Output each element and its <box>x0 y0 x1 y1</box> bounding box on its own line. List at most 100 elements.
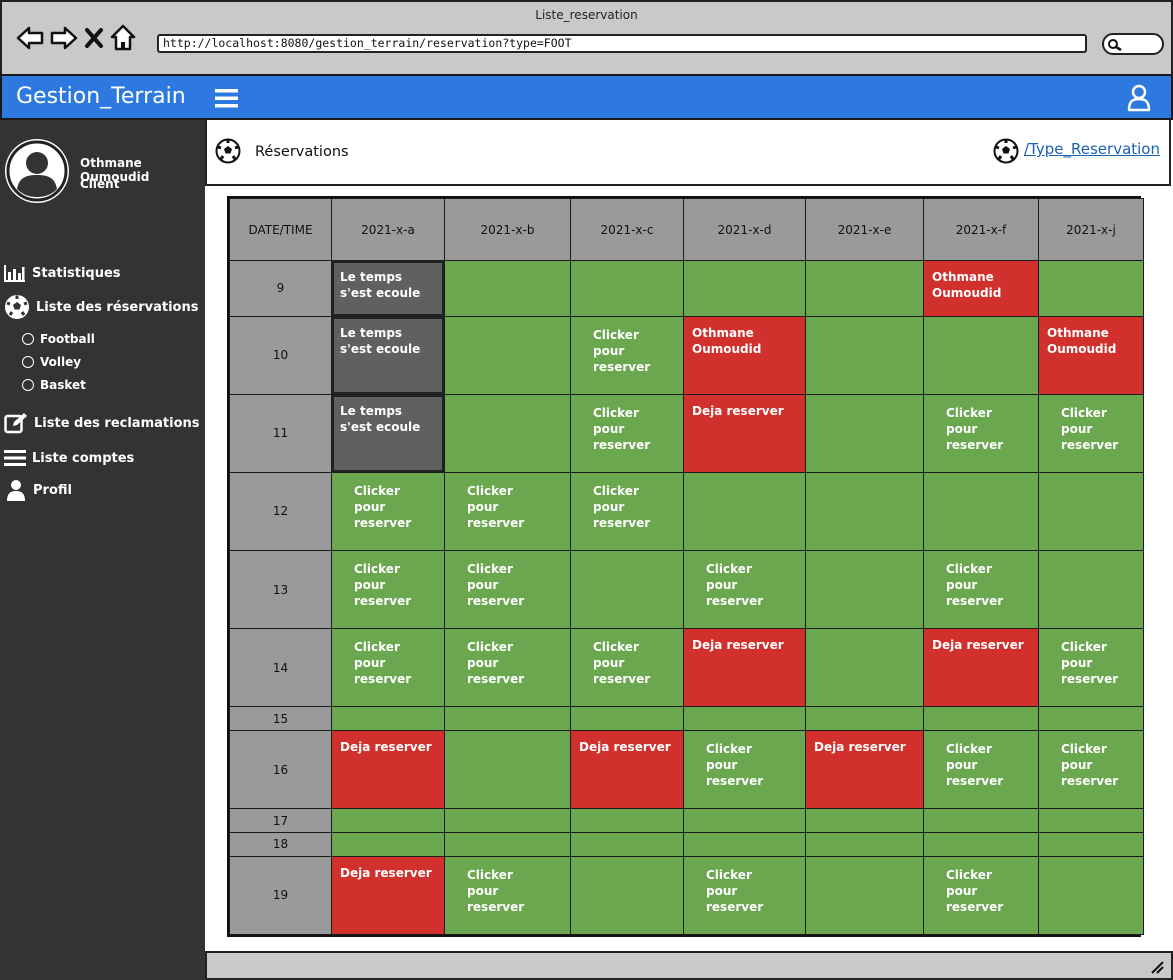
soccer-ball-icon <box>993 138 1019 164</box>
slot-cell-green[interactable]: Clicker pour reserver <box>923 730 1039 810</box>
radio-button[interactable] <box>22 356 34 368</box>
radio-button[interactable] <box>22 333 34 345</box>
chevron-down-icon[interactable] <box>208 301 224 313</box>
hamburger-menu-icon[interactable] <box>215 88 239 112</box>
slot-label <box>806 473 923 550</box>
slot-label <box>806 629 923 706</box>
slot-label: Clicker pour reserver <box>946 742 1004 789</box>
browser-search[interactable] <box>1102 33 1164 55</box>
slot-label: Clicker pour reserver <box>1061 742 1119 789</box>
resize-grip-icon[interactable] <box>1149 960 1165 974</box>
forward-arrow-icon[interactable] <box>50 25 78 51</box>
slot-cell-green[interactable]: Clicker pour reserver <box>444 471 571 551</box>
sidebar-item-statistiques[interactable]: Statistiques <box>4 264 121 282</box>
slot-cell-green[interactable]: Clicker pour reserver <box>683 549 806 630</box>
slot-label: Le temps s'est ecoule <box>332 394 444 472</box>
slot-cell-green[interactable]: Clicker pour reserver <box>331 471 445 551</box>
slot-label <box>806 395 923 472</box>
slot-label <box>1039 261 1143 316</box>
slot-cell-red: Othmane Oumoudid <box>683 315 806 395</box>
page-title: Réservations <box>255 144 349 160</box>
slot-cell-green <box>805 393 924 473</box>
type-reservation-link[interactable]: /Type_Reservation <box>1024 140 1160 158</box>
slot-cell-green <box>683 808 806 833</box>
slot-label: Clicker pour reserver <box>946 561 1004 608</box>
slot-cell-green[interactable]: Clicker pour reserver <box>923 393 1039 473</box>
user-icon[interactable] <box>1126 84 1152 116</box>
slot-cell-red: Deja reserver <box>683 393 806 473</box>
slot-cell-green <box>1038 832 1144 857</box>
slot-label <box>445 809 570 832</box>
slot-cell-green[interactable]: Clicker pour reserver <box>923 549 1039 630</box>
slot-cell-green[interactable]: Clicker pour reserver <box>331 549 445 630</box>
table-row: 11 Le temps s'est ecoule Clicker pour rese… <box>229 393 1144 473</box>
slot-cell-green[interactable]: Clicker pour reserver <box>1038 628 1144 708</box>
search-icon <box>1108 39 1122 52</box>
slot-cell-green[interactable]: Clicker pour reserver <box>923 855 1039 936</box>
home-icon[interactable] <box>110 24 136 52</box>
column-header: 2021-x-j <box>1038 198 1144 261</box>
slot-cell-green[interactable]: Clicker pour reserver <box>570 393 684 473</box>
slot-cell-green[interactable]: Clicker pour reserver <box>331 628 445 708</box>
subitem-label: Football <box>40 332 95 346</box>
slot-cell-green <box>331 808 445 833</box>
slot-cell-green <box>444 808 571 833</box>
slot-cell-green <box>923 832 1039 857</box>
slot-cell-green <box>1038 706 1144 732</box>
sidebar-subitem-basket[interactable]: Basket <box>22 378 86 392</box>
slot-label <box>924 473 1038 550</box>
slot-cell-green <box>331 832 445 857</box>
time-cell: 12 <box>229 471 332 551</box>
slot-cell-green <box>1038 471 1144 551</box>
browser-window: Liste_reservation http://localhost:8080/… <box>0 0 1173 74</box>
url-input[interactable]: http://localhost:8080/gestion_terrain/re… <box>157 34 1087 53</box>
slot-cell-green[interactable]: Clicker pour reserver <box>570 315 684 395</box>
sidebar-item-reclamations[interactable]: Liste des reclamations <box>4 412 200 434</box>
slot-label <box>332 809 444 832</box>
slot-label: Deja reserver <box>332 731 444 809</box>
slot-cell-green[interactable]: Clicker pour reserver <box>444 628 571 708</box>
column-header: 2021-x-b <box>444 198 571 261</box>
slot-cell-green <box>444 315 571 395</box>
slot-cell-green[interactable]: Clicker pour reserver <box>1038 730 1144 810</box>
slot-label: Clicker pour reserver <box>593 327 651 374</box>
sidebar-subitem-football[interactable]: Football <box>22 332 95 346</box>
slot-cell-green <box>570 808 684 833</box>
slot-cell-green[interactable]: Clicker pour reserver <box>444 549 571 630</box>
sidebar-item-comptes[interactable]: Liste comptes <box>4 449 134 467</box>
sidebar-item-reservations[interactable]: Liste des réservations <box>4 294 224 320</box>
time-cell: 16 <box>229 730 332 810</box>
slot-cell-green <box>923 706 1039 732</box>
slot-label <box>684 473 805 550</box>
sidebar-item-label: Statistiques <box>32 265 121 281</box>
back-arrow-icon[interactable] <box>16 25 44 51</box>
window-title: Liste_reservation <box>535 8 638 22</box>
slot-cell-green[interactable]: Clicker pour reserver <box>570 628 684 708</box>
time-cell: 11 <box>229 393 332 473</box>
sidebar-item-profil[interactable]: Profil <box>4 479 72 501</box>
slot-cell-green[interactable]: Clicker pour reserver <box>1038 393 1144 473</box>
slot-label <box>332 833 444 856</box>
slot-label: Clicker pour reserver <box>706 867 764 914</box>
close-icon[interactable] <box>84 27 104 49</box>
slot-cell-green[interactable]: Clicker pour reserver <box>683 730 806 810</box>
slot-label: Clicker pour reserver <box>354 561 412 608</box>
status-bar <box>205 951 1173 980</box>
slot-cell-gray: Le temps s'est ecoule <box>331 260 445 317</box>
slot-cell-red: Deja reserver <box>683 628 806 708</box>
slot-cell-green[interactable]: Clicker pour reserver <box>683 855 806 936</box>
slot-cell-green <box>1038 855 1144 936</box>
slot-label <box>1039 473 1143 550</box>
slot-cell-red: Deja reserver <box>923 628 1039 708</box>
slot-cell-green <box>1038 260 1144 317</box>
slot-cell-green[interactable]: Clicker pour reserver <box>444 855 571 936</box>
slot-cell-green <box>805 315 924 395</box>
slot-cell-green <box>923 471 1039 551</box>
slot-label: Clicker pour reserver <box>946 867 1004 914</box>
slot-cell-green <box>570 855 684 936</box>
slot-cell-green[interactable]: Clicker pour reserver <box>570 471 684 551</box>
radio-button[interactable] <box>22 379 34 391</box>
sidebar-subitem-volley[interactable]: Volley <box>22 355 81 369</box>
time-cell: 10 <box>229 315 332 395</box>
table-row: 10 Le temps s'est ecoule Clicker pour rese… <box>229 315 1144 395</box>
